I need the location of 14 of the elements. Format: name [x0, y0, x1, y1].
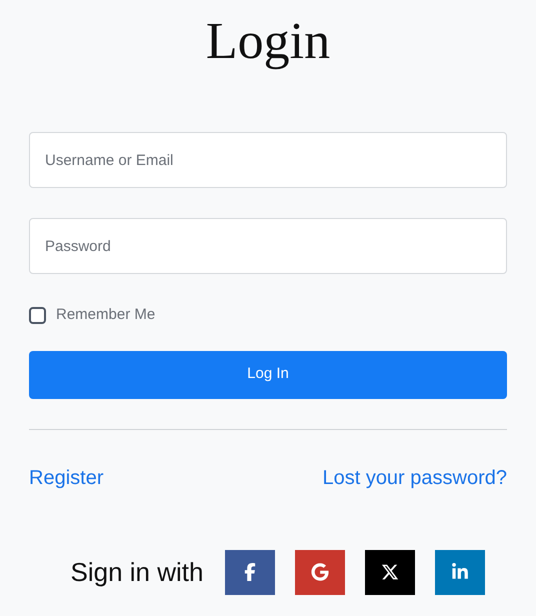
social-login-button[interactable]	[225, 550, 276, 594]
username-field[interactable]: Username or Email	[29, 132, 507, 188]
remember-label: Remember Me	[56, 305, 156, 325]
register-link[interactable]: Register	[29, 462, 104, 492]
in-logo-icon	[451, 563, 470, 581]
login-button[interactable]: Log In	[29, 350, 507, 398]
lost-password-link[interactable]: Lost your password?	[322, 462, 507, 492]
password-field[interactable]: Password	[29, 218, 507, 274]
x-logo-icon	[381, 563, 400, 581]
g-logo-icon	[311, 563, 330, 581]
social-login-button[interactable]	[365, 550, 416, 594]
page-title: Login	[206, 12, 330, 72]
sign-in-with-label: Sign in with	[70, 556, 204, 588]
remember-checkbox[interactable]	[29, 306, 46, 324]
